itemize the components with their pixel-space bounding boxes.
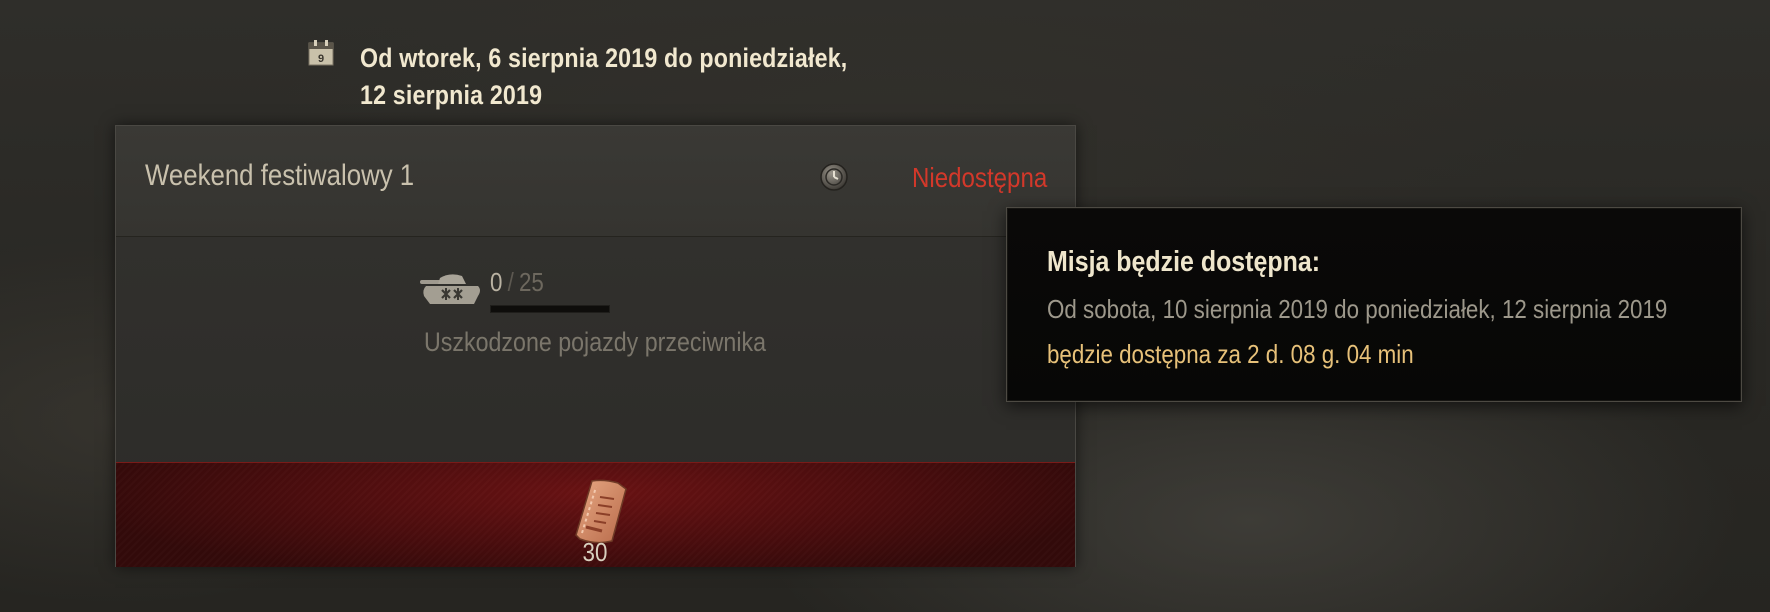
objective-description: Uszkodzone pojazdy przeciwnika xyxy=(424,327,767,357)
calendar-day: 9 xyxy=(318,53,324,65)
progress-separator: / xyxy=(507,267,514,297)
progress-total: 25 xyxy=(518,267,544,297)
mission-card-header: Weekend festiwalowy 1 Niedostępna xyxy=(116,126,1075,237)
mission-card[interactable]: Weekend festiwalowy 1 Niedostępna 0 / 25… xyxy=(115,125,1076,567)
mission-date-range: 9 Od wtorek, 6 sierpnia 2019 do poniedzi… xyxy=(308,38,948,118)
status-label: Niedostępna xyxy=(911,162,1047,193)
mission-objective: 0/25 Uszkodzone pojazdy przeciwnika xyxy=(116,237,1075,462)
tank-icon xyxy=(420,274,480,304)
date-line-2: 12 sierpnia 2019 xyxy=(360,80,543,110)
lock-clock-icon xyxy=(820,163,848,191)
date-line-1: Od wtorek, 6 sierpnia 2019 do poniedział… xyxy=(360,43,848,73)
reward-strip: 30 xyxy=(116,462,1075,567)
date-range-text: Od wtorek, 6 sierpnia 2019 do poniedział… xyxy=(360,40,859,114)
reward-count: 30 xyxy=(582,537,608,567)
progress-counter: 0/25 xyxy=(490,267,544,298)
screen: 9 Od wtorek, 6 sierpnia 2019 do poniedzi… xyxy=(0,0,1770,612)
calendar-icon: 9 xyxy=(308,40,334,66)
mission-title: Weekend festiwalowy 1 xyxy=(145,159,415,192)
tooltip-title: Misja będzie dostępna: xyxy=(1047,246,1321,278)
tooltip-dates: Od sobota, 10 sierpnia 2019 do poniedzia… xyxy=(1047,294,1668,324)
progress-bar xyxy=(490,305,610,313)
availability-tooltip: Misja będzie dostępna: Od sobota, 10 sie… xyxy=(1006,207,1742,402)
progress-current: 0 xyxy=(490,267,503,297)
tooltip-countdown: będzie dostępna za 2 d. 08 g. 04 min xyxy=(1047,339,1414,369)
